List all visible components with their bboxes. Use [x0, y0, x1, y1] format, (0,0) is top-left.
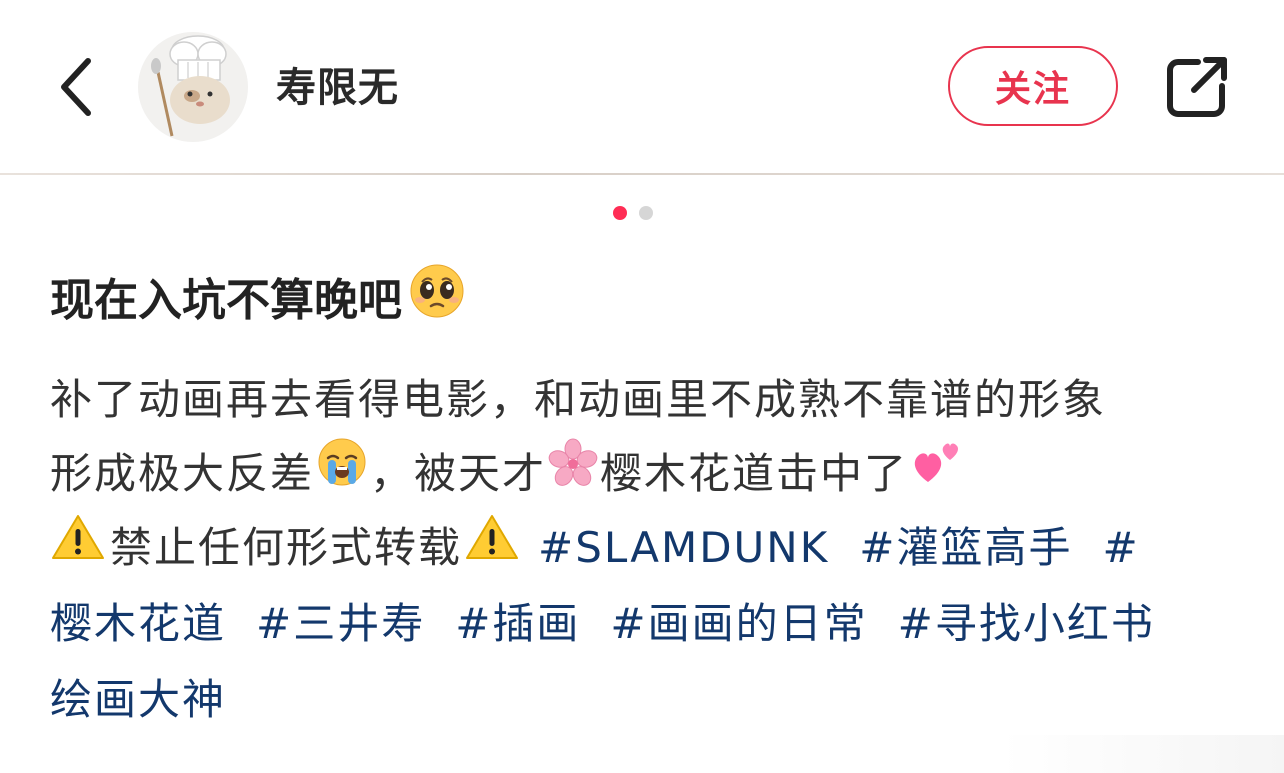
back-button[interactable] — [46, 52, 106, 122]
body-line-1: 补了动画再去看得电影，和动画里不成熟不靠谱的形象 — [50, 360, 1250, 440]
body-line-5: 绘画大神 — [50, 660, 1250, 740]
cherry-blossom-emoji — [548, 434, 598, 514]
carousel-indicator — [613, 206, 653, 220]
body-line-3: 禁止任何形式转载 #SLAMDUNK #灌篮高手 # — [50, 508, 1250, 588]
carousel-dot-1[interactable] — [613, 206, 627, 220]
share-button[interactable] — [1164, 54, 1230, 120]
warning-text: 禁止任何形式转载 — [110, 523, 463, 572]
username[interactable]: 寿限无 — [276, 62, 399, 114]
post-title: 现在入坑不算晚吧 — [50, 262, 466, 339]
loudly-crying-face-emoji — [316, 434, 368, 514]
warning-emoji-2 — [464, 508, 520, 588]
body-text-2c: 樱木花道击中了 — [600, 449, 909, 498]
follow-button[interactable]: 关注 — [948, 46, 1118, 126]
chevron-left-icon — [61, 58, 91, 116]
body-text-1: 补了动画再去看得电影，和动画里不成熟不靠谱的形象 — [50, 375, 1107, 424]
hashtag-sakuragi[interactable]: 樱木花道 — [50, 584, 226, 664]
chef-hat-cat-avatar-image — [138, 32, 248, 142]
hashtag-guanlan-gaoshou[interactable]: #灌篮高手 — [859, 508, 1072, 588]
body-line-4: 樱木花道 #三井寿 #插画 #画画的日常 #寻找小红书 — [50, 584, 1250, 664]
hashtag-slamdunk[interactable]: #SLAMDUNK — [538, 508, 829, 588]
carousel-dot-2[interactable] — [639, 206, 653, 220]
pleading-face-emoji — [408, 262, 466, 339]
hashtag-find-xhs[interactable]: #寻找小红书 — [898, 584, 1155, 664]
hashtag-sakuragi-prefix[interactable]: # — [1102, 508, 1139, 588]
post-header: 寿限无 关注 — [0, 0, 1284, 174]
watermark-area — [1000, 735, 1284, 773]
hashtag-mitsui[interactable]: #三井寿 — [256, 584, 425, 664]
body-text-2a: 形成极大反差 — [50, 449, 315, 498]
post-body: 补了动画再去看得电影，和动画里不成熟不靠谱的形象 形成极大反差 ，被天才 樱木花… — [50, 360, 1250, 740]
header-divider — [0, 173, 1284, 175]
avatar[interactable] — [138, 32, 248, 142]
body-line-2: 形成极大反差 ，被天才 樱木花道击中了 — [50, 434, 1250, 514]
body-text-2b: ，被天才 — [370, 449, 547, 498]
post-title-text: 现在入坑不算晚吧 — [50, 274, 402, 326]
hashtag-find-xhs-cont[interactable]: 绘画大神 — [50, 660, 226, 740]
hashtag-daily-drawing[interactable]: #画画的日常 — [610, 584, 867, 664]
post-page: 寿限无 关注 现在入坑不算晚吧 补了动画再去看得电影，和动画里不成熟不靠谱的形象… — [0, 0, 1284, 773]
hashtag-illustration[interactable]: #插画 — [455, 584, 580, 664]
warning-emoji — [50, 508, 106, 588]
share-external-icon — [1167, 57, 1227, 117]
two-hearts-emoji — [910, 434, 966, 514]
